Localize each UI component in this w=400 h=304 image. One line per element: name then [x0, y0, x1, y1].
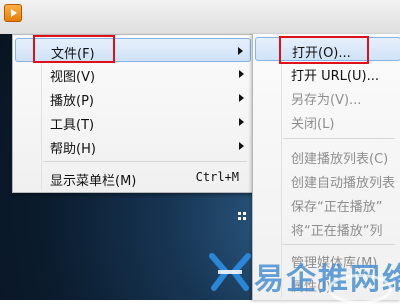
submenu-item-now-playing-to-list[interactable]: 将“正在播放”列: [255, 216, 400, 240]
menu-item-tools[interactable]: 工具(T): [15, 110, 251, 134]
submenu-separator: [283, 138, 395, 139]
media-player-app-icon[interactable]: [4, 4, 22, 22]
main-context-menu: 文件(F) 视图(V) 播放(P) 工具(T) 帮助(H) 显示菜单栏(M) C…: [12, 34, 254, 193]
submenu-item-label: 创建自动播放列表: [291, 176, 396, 191]
submenu-item-label: 将“正在播放”列: [291, 224, 383, 239]
menu-item-label: 显示菜单栏(M): [50, 174, 137, 189]
menu-item-view[interactable]: 视图(V): [15, 62, 251, 86]
submenu-separator: [283, 244, 395, 245]
window-top-strip: [0, 0, 400, 35]
submenu-item-create-auto-playlist[interactable]: 创建自动播放列表: [255, 168, 400, 192]
submenu-item-label: 关闭(L): [291, 117, 335, 132]
submenu-item-label: 另存为(V)...: [291, 93, 362, 108]
file-submenu: 打开(O)... 打开 URL(U)... 另存为(V)... 关闭(L) 创建…: [252, 34, 400, 300]
submenu-item-label: 保存“正在播放”: [291, 200, 383, 215]
menu-item-label: 帮助(H): [50, 142, 96, 157]
submenu-arrow-icon: [239, 118, 244, 126]
submenu-item-manage-library[interactable]: 管理媒体库(M): [255, 248, 400, 272]
submenu-item-close[interactable]: 关闭(L): [255, 109, 400, 133]
menu-item-help[interactable]: 帮助(H): [15, 134, 251, 158]
menu-item-shortcut: Ctrl+M: [195, 170, 239, 184]
submenu-item-open-url[interactable]: 打开 URL(U)...: [255, 61, 400, 85]
menu-item-show-menubar[interactable]: 显示菜单栏(M) Ctrl+M: [15, 166, 251, 190]
submenu-item-create-playlist[interactable]: 创建播放列表(C): [255, 144, 400, 168]
submenu-item-label: 管理媒体库(M): [291, 256, 378, 271]
submenu-item-save-as[interactable]: 另存为(V)...: [255, 85, 400, 109]
submenu-item-label: 打开(O)...: [292, 46, 351, 61]
submenu-arrow-icon: [239, 70, 244, 78]
menu-item-file[interactable]: 文件(F): [15, 38, 251, 62]
submenu-item-properties[interactable]: 属性(I): [255, 272, 400, 296]
submenu-item-label: 打开 URL(U)...: [291, 69, 379, 84]
menu-item-label: 文件(F): [51, 47, 95, 62]
menu-item-play[interactable]: 播放(P): [15, 86, 251, 110]
submenu-item-label: 创建播放列表(C): [291, 152, 389, 167]
submenu-arrow-icon: [239, 94, 244, 102]
submenu-item-save-now-playing[interactable]: 保存“正在播放”: [255, 192, 400, 216]
submenu-item-label: 属性(I): [291, 280, 331, 295]
submenu-arrow-icon: [239, 142, 244, 150]
menu-item-label: 播放(P): [50, 94, 94, 109]
submenu-item-open[interactable]: 打开(O)...: [255, 37, 400, 61]
submenu-arrow-icon: [238, 47, 243, 55]
grid-dots-icon: [238, 212, 248, 222]
menu-separator: [43, 161, 247, 162]
menu-item-label: 视图(V): [50, 70, 96, 85]
menu-item-label: 工具(T): [50, 118, 95, 133]
